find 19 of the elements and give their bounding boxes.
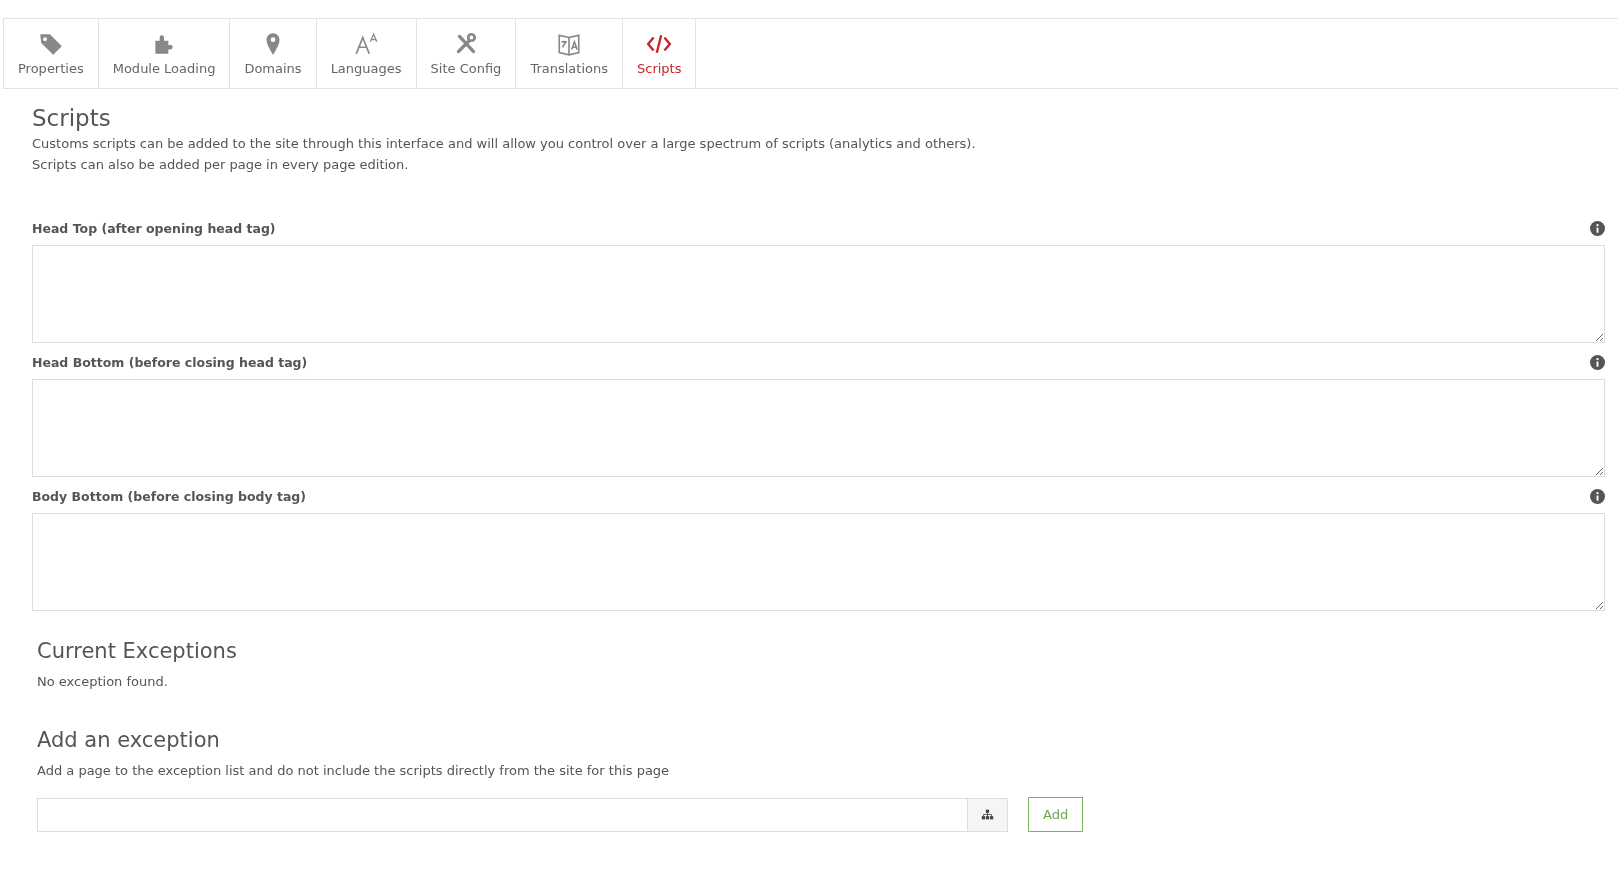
field-label: Body Bottom (before closing body tag) [32, 489, 306, 504]
description-text: Scripts can also be added per page in every page edition. [32, 156, 410, 173]
field-label: Head Bottom (before closing head tag) [32, 355, 308, 370]
empty-message: No exception found. [37, 673, 169, 690]
description-text: Customs scripts can be added to the site through this interface and will allow you control over a large spectrum of scripts (analytics and others). [32, 135, 977, 152]
section-title: Current Exceptions [37, 639, 238, 663]
tab[interactable]: Properties [3, 19, 99, 88]
info-icon[interactable] [1590, 221, 1605, 236]
sitemap-icon[interactable] [981, 808, 994, 821]
section-title: Add an exception [37, 728, 221, 752]
info-icon[interactable] [1590, 489, 1605, 504]
page-picker-field[interactable] [37, 797, 1008, 832]
info-icon[interactable] [1590, 355, 1605, 370]
description-text: Add a page to the exception list and do not include the scripts directly from the site for this page [37, 762, 671, 779]
page-title: Scripts [32, 105, 112, 131]
translate-icon [556, 31, 583, 57]
field-label: Head Top (after opening head tag) [32, 221, 276, 236]
font-size-icon [353, 31, 380, 57]
tag-icon [37, 31, 64, 57]
